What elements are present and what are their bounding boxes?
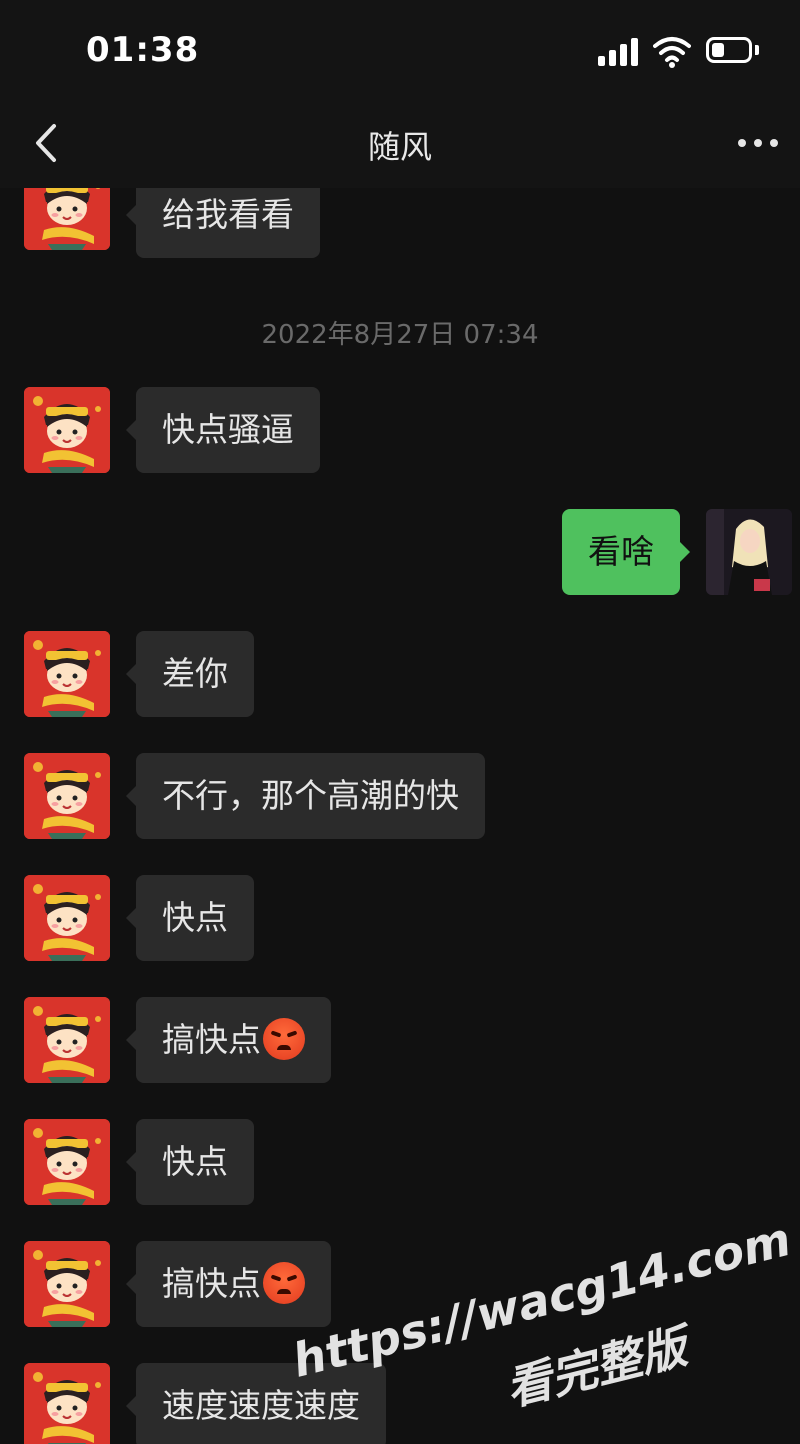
battery-level <box>712 43 724 57</box>
contact-avatar[interactable] <box>24 631 110 717</box>
battery-tip <box>755 45 759 55</box>
message-text: 搞快点 <box>162 1020 261 1059</box>
contact-name: 随风 <box>367 128 432 166</box>
message-timestamp: 2022年8月27日 07:34 <box>261 320 539 350</box>
signal-icon <box>598 36 640 66</box>
angry-face-emoji <box>263 1261 305 1304</box>
message-bubble[interactable]: 速度速度速度 <box>126 1363 386 1444</box>
contact-avatar[interactable] <box>24 188 110 250</box>
message-bubble[interactable]: 搞快点 <box>126 997 331 1083</box>
message-bubble[interactable]: 给我看看 <box>126 188 320 258</box>
status-time: 01:38 <box>86 30 200 70</box>
message-bubble[interactable]: 差你 <box>126 631 254 717</box>
contact-avatar[interactable] <box>24 753 110 839</box>
message-bubble[interactable]: 搞快点 <box>126 1241 331 1327</box>
message-text: 搞快点 <box>162 1264 261 1303</box>
contact-avatar[interactable] <box>24 1363 110 1444</box>
contact-avatar[interactable] <box>24 1119 110 1205</box>
nav-bar: 随风 <box>0 100 800 188</box>
contact-avatar[interactable] <box>24 1241 110 1327</box>
chat-message-list[interactable]: 给我看看 2022年8月27日 07:34 快点骚逼 看啥 差你 不行，那个高潮… <box>0 188 800 1444</box>
contact-avatar[interactable] <box>24 387 110 473</box>
my-message-bubble[interactable]: 看啥 <box>562 509 690 595</box>
battery-icon <box>706 37 752 63</box>
status-bar: 01:38 <box>0 0 800 100</box>
message-bubble[interactable]: 快点 <box>126 1119 254 1205</box>
message-bubble[interactable]: 快点 <box>126 875 254 961</box>
wifi-icon <box>653 37 691 68</box>
chat-screen: 01:38 随风 给我看看 2022年8月27日 07:34 快点骚逼 看啥 差… <box>0 0 800 1444</box>
message-bubble[interactable]: 不行，那个高潮的快 <box>126 753 485 839</box>
my-avatar[interactable] <box>706 509 792 595</box>
contact-avatar[interactable] <box>24 875 110 961</box>
contact-avatar[interactable] <box>24 997 110 1083</box>
message-bubble[interactable]: 快点骚逼 <box>126 387 320 473</box>
more-icon[interactable] <box>732 122 784 162</box>
angry-face-emoji <box>263 1017 305 1060</box>
